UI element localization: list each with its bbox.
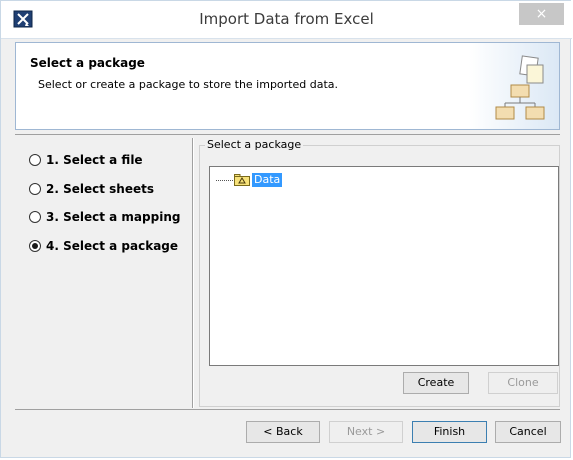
- step-select-package[interactable]: 4. Select a package: [29, 235, 178, 257]
- close-icon: ×: [535, 6, 548, 22]
- tree-item-label: Data: [252, 173, 283, 187]
- header-title: Select a package: [30, 56, 145, 70]
- step-radio-selected[interactable]: [29, 240, 41, 252]
- window-title: Import Data from Excel: [199, 10, 374, 28]
- back-button[interactable]: < Back: [246, 421, 320, 443]
- step-label: 1. Select a file: [46, 153, 143, 167]
- package-icon: [234, 174, 250, 186]
- close-button[interactable]: ×: [519, 3, 564, 25]
- header-divider: [15, 134, 560, 135]
- step-radio[interactable]: [29, 154, 41, 166]
- step-label: 3. Select a mapping: [46, 210, 181, 224]
- dialog-window: Import Data from Excel × Select a packag…: [0, 0, 572, 458]
- step-radio[interactable]: [29, 211, 41, 223]
- create-button[interactable]: Create: [403, 372, 469, 394]
- step-select-file[interactable]: 1. Select a file: [29, 149, 143, 171]
- next-button[interactable]: Next >: [329, 421, 403, 443]
- tree-connector: [216, 179, 233, 181]
- wizard-steps: 1. Select a file 2. Select sheets 3. Sel…: [15, 137, 192, 407]
- step-select-mapping[interactable]: 3. Select a mapping: [29, 206, 180, 228]
- step-radio[interactable]: [29, 183, 41, 195]
- wizard-header: Select a package Select or create a pack…: [15, 42, 560, 130]
- header-description: Select or create a package to store the …: [38, 78, 339, 91]
- step-label: 4. Select a package: [46, 239, 179, 253]
- panel-splitter[interactable]: [192, 138, 194, 408]
- package-group-label: Select a package: [205, 138, 304, 151]
- cancel-button[interactable]: Cancel: [495, 421, 561, 443]
- tree-item-data[interactable]: Data: [216, 172, 283, 188]
- step-label: 2. Select sheets: [46, 182, 154, 196]
- package-hierarchy-icon: [469, 43, 559, 129]
- package-tree[interactable]: Data: [209, 166, 559, 366]
- clone-button[interactable]: Clone: [488, 372, 558, 394]
- footer-divider: [15, 409, 560, 410]
- title-bar: Import Data from Excel ×: [1, 1, 572, 39]
- step-select-sheets[interactable]: 2. Select sheets: [29, 178, 154, 200]
- finish-button[interactable]: Finish: [412, 421, 487, 443]
